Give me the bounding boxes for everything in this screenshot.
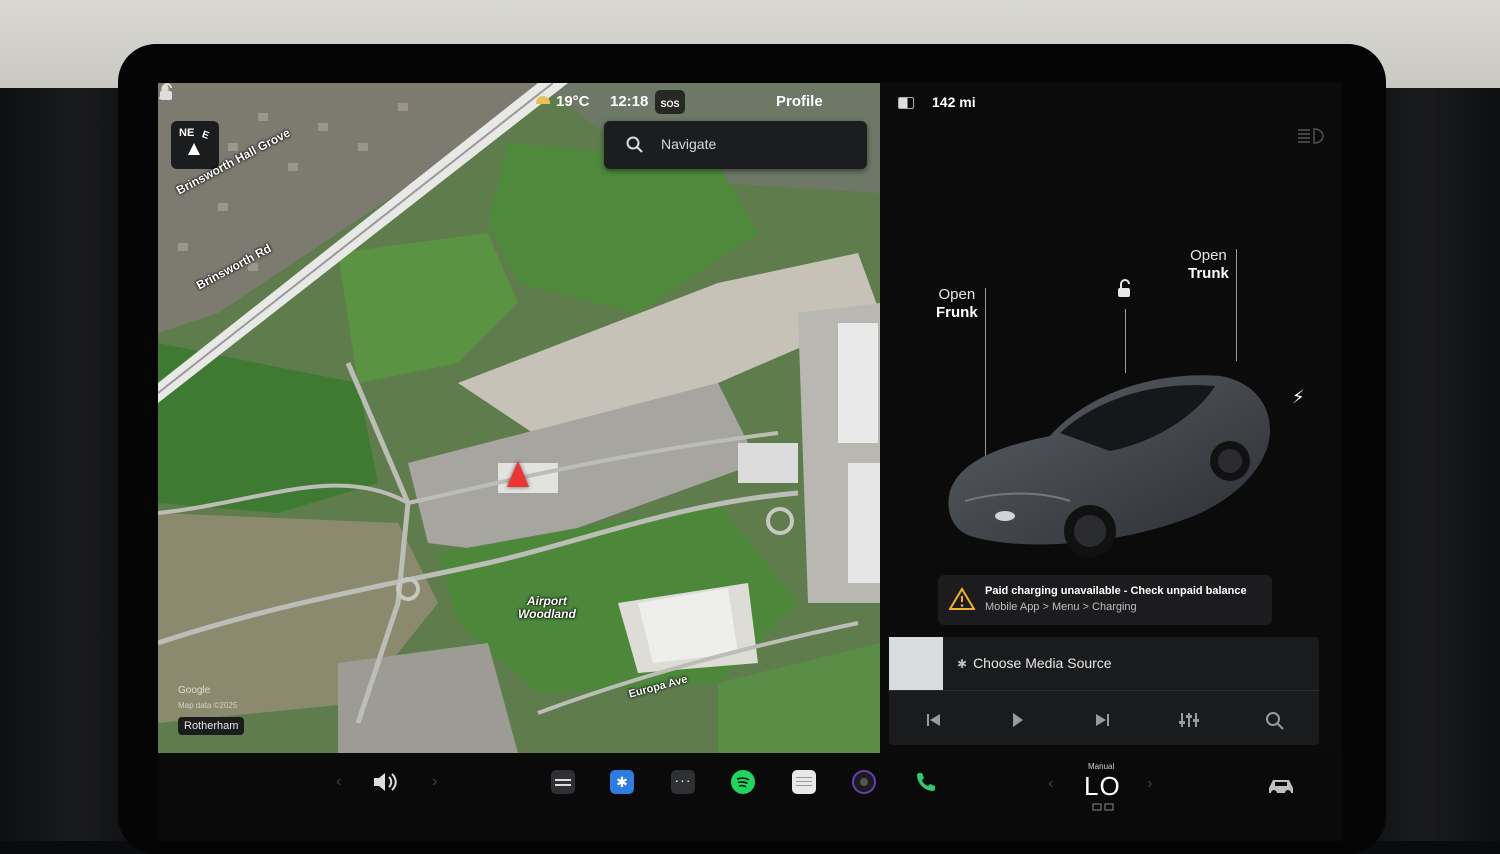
navigate-search[interactable]: Navigate — [604, 121, 867, 169]
vehicle-position-marker — [507, 461, 529, 487]
profile-button[interactable]: Profile — [776, 93, 823, 110]
battery-range: 142 mi — [932, 94, 976, 110]
car-controls-icon[interactable] — [1266, 775, 1296, 797]
trunk-line1: Open — [1190, 247, 1227, 264]
touchscreen: NE E Brinsworth Hall Grove Brinsworth Rd… — [158, 83, 1342, 841]
navigate-placeholder: Navigate — [661, 136, 717, 152]
volume-up-chevron-icon[interactable]: › — [432, 773, 437, 791]
map-data-credit: Map data ©2025 — [178, 701, 238, 710]
previous-track-icon[interactable] — [922, 710, 946, 730]
partly-sunny-icon — [536, 96, 550, 104]
album-art — [889, 637, 943, 690]
heading-arrow-icon — [188, 143, 200, 155]
media-player: ✱ Choose Media Source — [889, 637, 1319, 745]
notes-app-icon[interactable] — [792, 770, 816, 794]
bluetooth-icon: ✱ — [957, 657, 968, 671]
dashboard-left — [0, 88, 130, 841]
compass-button[interactable]: NE E — [171, 121, 219, 169]
bluetooth-app-icon[interactable]: ✱ — [610, 770, 634, 794]
alert-title: Paid charging unavailable - Check unpaid… — [985, 585, 1247, 597]
camera-app-icon[interactable] — [852, 770, 876, 794]
volume-icon[interactable] — [372, 771, 400, 793]
trunk-line2: Trunk — [1188, 265, 1229, 282]
charge-port-icon[interactable]: ⚡ — [1292, 387, 1305, 408]
map-imagery — [158, 83, 880, 753]
map-label-airport-line2: Woodland — [518, 607, 576, 621]
play-icon[interactable] — [1005, 710, 1029, 730]
open-trunk-button[interactable]: Open Trunk — [1188, 247, 1229, 283]
frunk-line1: Open — [938, 286, 976, 303]
unlock-icon[interactable] — [158, 83, 174, 101]
temperature: 19°C — [556, 93, 590, 110]
media-divider — [889, 690, 1319, 691]
frunk-line2: Frunk — [936, 304, 978, 321]
next-track-icon[interactable] — [1090, 710, 1114, 730]
door-unlock-icon[interactable] — [1114, 279, 1134, 299]
map-label-airport: Airport Woodland — [518, 595, 576, 621]
equalizer-icon[interactable] — [1177, 710, 1201, 730]
charging-alert[interactable]: Paid charging unavailable - Check unpaid… — [938, 575, 1272, 625]
search-icon — [626, 136, 643, 153]
climate-temperature[interactable]: LO — [1084, 771, 1121, 802]
climate-up-chevron-icon[interactable]: › — [1147, 775, 1152, 793]
compass-heading: NE — [179, 127, 195, 139]
choose-media-source[interactable]: ✱ Choose Media Source — [957, 655, 1112, 671]
warning-icon — [949, 587, 975, 610]
media-search-icon[interactable] — [1263, 710, 1287, 730]
spotify-icon[interactable] — [731, 770, 755, 794]
phone-icon[interactable] — [914, 770, 938, 794]
battery-icon — [898, 97, 914, 109]
climate-down-chevron-icon[interactable]: ‹ — [1048, 775, 1053, 793]
headlights-icon[interactable] — [1298, 127, 1326, 145]
map-attribution: Google — [178, 685, 211, 696]
vehicle-model-image[interactable] — [940, 351, 1280, 561]
open-frunk-button[interactable]: Open Frunk — [936, 286, 978, 322]
bottom-dock: ‹ › ✱ ··· ‹ Manual LO › — [158, 753, 1342, 841]
weather-status[interactable]: 19°C — [536, 93, 590, 110]
trunk-leader-line — [1236, 249, 1237, 361]
satellite-map[interactable]: NE E Brinsworth Hall Grove Brinsworth Rd… — [158, 83, 880, 753]
clock: 12:18 — [610, 93, 649, 110]
current-city[interactable]: Rotherham — [178, 717, 245, 735]
media-source-label: Choose Media Source — [973, 655, 1112, 671]
more-apps-icon[interactable]: ··· — [671, 770, 695, 794]
vehicle-panel: 142 mi Open Frunk Open Trunk ⚡ Paid char… — [888, 83, 1342, 753]
map-label-airport-line1: Airport — [526, 594, 567, 608]
climate-mode: Manual — [1088, 762, 1115, 771]
volume-down-chevron-icon[interactable]: ‹ — [336, 773, 341, 791]
sos-button[interactable]: SOS — [655, 90, 685, 114]
seat-heater-icon[interactable] — [1091, 802, 1117, 812]
dashboard-right — [1370, 88, 1500, 841]
alert-subtitle: Mobile App > Menu > Charging — [985, 601, 1137, 613]
compass-secondary: E — [200, 129, 211, 142]
dashcam-app-icon[interactable] — [551, 770, 575, 794]
